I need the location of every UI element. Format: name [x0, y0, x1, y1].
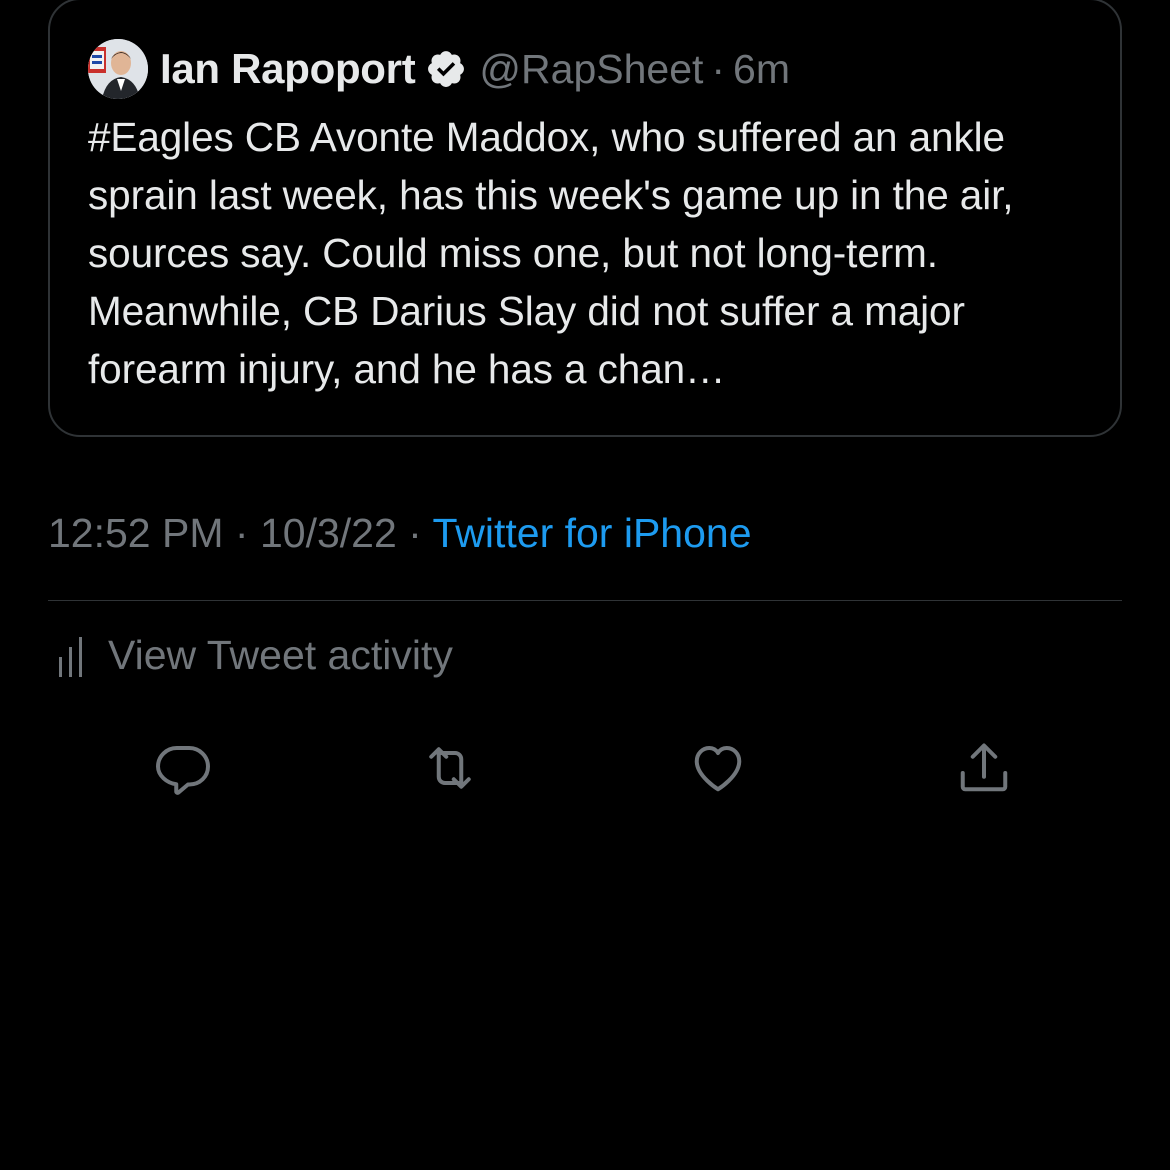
bar-chart-icon	[59, 636, 82, 677]
divider	[48, 600, 1122, 601]
quoted-tweet-card[interactable]: Ian Rapoport @RapSheet · 6m #Eagles CB A…	[48, 0, 1122, 437]
retweet-icon	[429, 747, 471, 789]
author-handle[interactable]: @RapSheet	[479, 46, 703, 93]
separator-dot: ·	[234, 510, 249, 556]
share-icon	[960, 743, 1008, 792]
time-ago[interactable]: 6m	[733, 46, 790, 93]
share-button[interactable]	[952, 736, 1016, 800]
author-name[interactable]: Ian Rapoport	[160, 45, 416, 93]
view-tweet-activity-button[interactable]: View Tweet activity	[56, 632, 453, 679]
view-tweet-activity-label: View Tweet activity	[108, 632, 453, 678]
separator-dot: ·	[711, 45, 726, 92]
like-button[interactable]	[686, 736, 750, 800]
tweet-date: 10/3/22	[259, 510, 397, 556]
source-link[interactable]: Twitter for iPhone	[432, 510, 751, 556]
separator-dot: ·	[408, 510, 422, 556]
avatar[interactable]	[88, 39, 148, 99]
tweet-meta: 12:52 PM · 10/3/22 · Twitter for iPhone	[48, 510, 752, 557]
reply-button[interactable]	[151, 736, 215, 800]
quoted-tweet-author-row: Ian Rapoport @RapSheet · 6m	[88, 38, 790, 100]
reply-icon	[156, 746, 210, 795]
retweet-button[interactable]	[418, 736, 482, 800]
quoted-tweet-text: #Eagles CB Avonte Maddox, who suffered a…	[88, 114, 1014, 392]
heart-icon	[694, 746, 742, 792]
verified-badge-icon	[428, 51, 465, 87]
tweet-time: 12:52 PM	[48, 510, 224, 556]
